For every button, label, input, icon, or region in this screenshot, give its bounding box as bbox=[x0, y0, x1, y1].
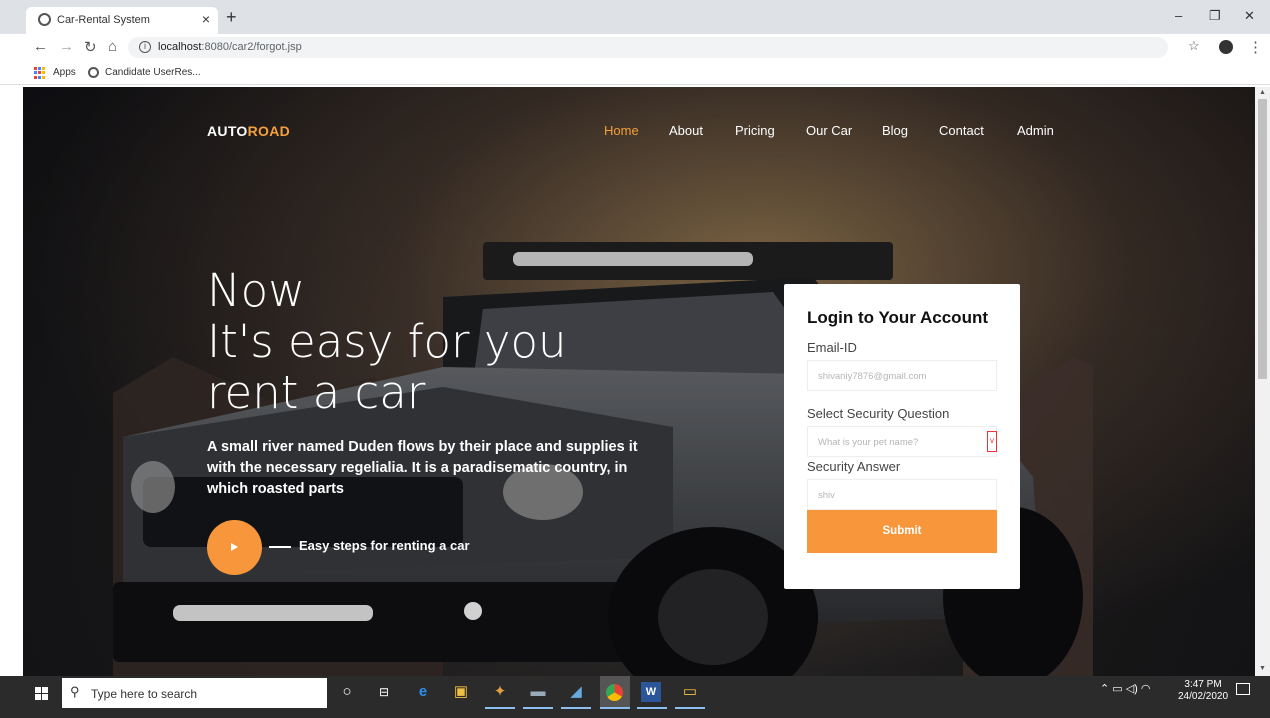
search-icon: ⚲ bbox=[70, 684, 80, 699]
store-icon[interactable]: ▣ bbox=[450, 682, 472, 702]
logo-part-road: ROAD bbox=[247, 123, 291, 139]
word-icon[interactable]: W bbox=[641, 682, 661, 702]
submit-button[interactable]: Submit bbox=[807, 510, 997, 553]
home-icon[interactable]: ⌂ bbox=[108, 38, 117, 55]
hero-headline: Now It's easy for you rent a car bbox=[207, 265, 567, 418]
chrome-icon[interactable] bbox=[606, 684, 623, 701]
email-label: Email-ID bbox=[807, 340, 857, 355]
scroll-up-icon[interactable]: ▲ bbox=[1259, 89, 1266, 96]
active-app-indicator bbox=[637, 707, 667, 709]
address-bar-row: ← → ↻ ⌂ i localhost:8080/car2/forgot.jsp… bbox=[0, 34, 1270, 61]
notes-app-icon[interactable]: ◢ bbox=[565, 682, 587, 702]
play-video-button[interactable] bbox=[207, 520, 262, 575]
active-app-indicator bbox=[561, 707, 591, 709]
active-app-indicator bbox=[485, 707, 515, 709]
url-input[interactable]: i localhost:8080/car2/forgot.jsp bbox=[128, 37, 1168, 58]
taskbar-search-input[interactable]: ⚲ Type here to search bbox=[62, 678, 327, 708]
start-button[interactable] bbox=[0, 676, 62, 709]
nav-home[interactable]: Home bbox=[604, 123, 639, 138]
taskbar-clock[interactable]: 3:47 PM 24/02/2020 bbox=[1178, 679, 1228, 703]
minimize-button[interactable]: – bbox=[1175, 8, 1182, 23]
browser-tab[interactable]: Car-Rental System × bbox=[26, 7, 218, 34]
login-title: Login to Your Account bbox=[807, 308, 988, 327]
url-path: :8080/car2/forgot.jsp bbox=[201, 41, 302, 53]
bookmarks-bar: Apps Candidate UserRes... bbox=[0, 61, 1270, 85]
forward-arrow-icon[interactable]: → bbox=[59, 38, 74, 55]
nav-pricing[interactable]: Pricing bbox=[735, 123, 775, 138]
windows-taskbar: ⚲ Type here to search ○ ⊟ e ▣ ✦ ▬ ◢ W ▭ … bbox=[0, 676, 1270, 718]
nav-contact[interactable]: Contact bbox=[939, 123, 984, 138]
active-app-indicator bbox=[600, 707, 630, 709]
terminal-icon[interactable]: ▬ bbox=[527, 682, 549, 702]
clock-date: 24/02/2020 bbox=[1178, 691, 1229, 702]
new-tab-button[interactable]: + bbox=[226, 7, 237, 28]
chevron-down-icon[interactable]: v bbox=[987, 431, 997, 452]
back-arrow-icon[interactable]: ← bbox=[33, 38, 48, 55]
bookmark-apps[interactable]: Apps bbox=[53, 67, 76, 78]
close-window-button[interactable]: ✕ bbox=[1244, 8, 1255, 24]
security-question-label: Select Security Question bbox=[807, 406, 950, 421]
logo-part-auto: AUTO bbox=[207, 123, 248, 139]
page-viewport: AUTOROAD Home About Pricing Our Car Blog… bbox=[23, 87, 1255, 676]
steps-divider bbox=[269, 546, 291, 548]
notification-icon[interactable] bbox=[1236, 683, 1250, 695]
menu-dots-icon[interactable]: ⋮ bbox=[1248, 38, 1263, 56]
nav-blog[interactable]: Blog bbox=[882, 123, 908, 138]
tab-title: Car-Rental System bbox=[57, 14, 150, 26]
search-placeholder: Type here to search bbox=[91, 687, 198, 701]
scrollbar-thumb[interactable] bbox=[1258, 99, 1267, 379]
nav-admin[interactable]: Admin bbox=[1017, 123, 1054, 138]
active-app-indicator bbox=[523, 707, 553, 709]
page-scrollbar[interactable]: ▲ ▼ bbox=[1255, 87, 1270, 676]
url-host: localhost bbox=[158, 41, 202, 53]
security-answer-field[interactable]: shiv bbox=[807, 479, 997, 510]
headline-line-1: Now bbox=[207, 264, 305, 317]
system-tray-icons[interactable]: ⌃ ▭ ◁) ◠ bbox=[1100, 682, 1151, 695]
task-view-icon[interactable]: ⊟ bbox=[373, 682, 395, 702]
active-app-indicator bbox=[675, 707, 705, 709]
hero-description: A small river named Duden flows by their… bbox=[207, 439, 638, 497]
maximize-button[interactable]: ❐ bbox=[1209, 8, 1221, 24]
login-card: Login to Your Account Email-ID shivaniy7… bbox=[784, 284, 1020, 589]
headline-line-2: It's easy for you bbox=[207, 315, 567, 368]
apps-grid-icon[interactable] bbox=[34, 67, 46, 79]
steps-label: Easy steps for renting a car bbox=[299, 538, 470, 553]
scroll-down-icon[interactable]: ▼ bbox=[1259, 665, 1266, 672]
bookmark-candidate[interactable]: Candidate UserRes... bbox=[105, 67, 201, 78]
game-app-icon[interactable]: ✦ bbox=[489, 682, 511, 702]
edge-icon[interactable]: e bbox=[412, 682, 434, 702]
globe-icon bbox=[38, 13, 51, 26]
browser-tab-strip: Car-Rental System × + – ❐ ✕ bbox=[0, 0, 1270, 34]
security-answer-label: Security Answer bbox=[807, 459, 901, 474]
reload-icon[interactable]: ↻ bbox=[84, 38, 97, 56]
info-icon[interactable]: i bbox=[139, 41, 151, 53]
security-question-select[interactable]: What is your pet name? v bbox=[807, 426, 997, 457]
cortana-icon[interactable]: ○ bbox=[336, 682, 358, 702]
bookmark-star-icon[interactable]: ☆ bbox=[1188, 38, 1200, 54]
tab-close-button[interactable]: × bbox=[202, 11, 210, 27]
security-question-value: What is your pet name? bbox=[818, 437, 919, 448]
nav-our-car[interactable]: Our Car bbox=[806, 123, 852, 138]
nav-about[interactable]: About bbox=[669, 123, 703, 138]
site-logo[interactable]: AUTOROAD bbox=[207, 123, 290, 139]
file-explorer-icon[interactable]: ▭ bbox=[679, 682, 701, 702]
clock-time: 3:47 PM bbox=[1184, 679, 1222, 690]
windows-logo-icon bbox=[35, 687, 48, 700]
email-field[interactable]: shivaniy7876@gmail.com bbox=[807, 360, 997, 391]
profile-icon[interactable] bbox=[1219, 40, 1233, 54]
globe-icon bbox=[88, 67, 99, 78]
headline-line-3: rent a car bbox=[207, 366, 426, 419]
